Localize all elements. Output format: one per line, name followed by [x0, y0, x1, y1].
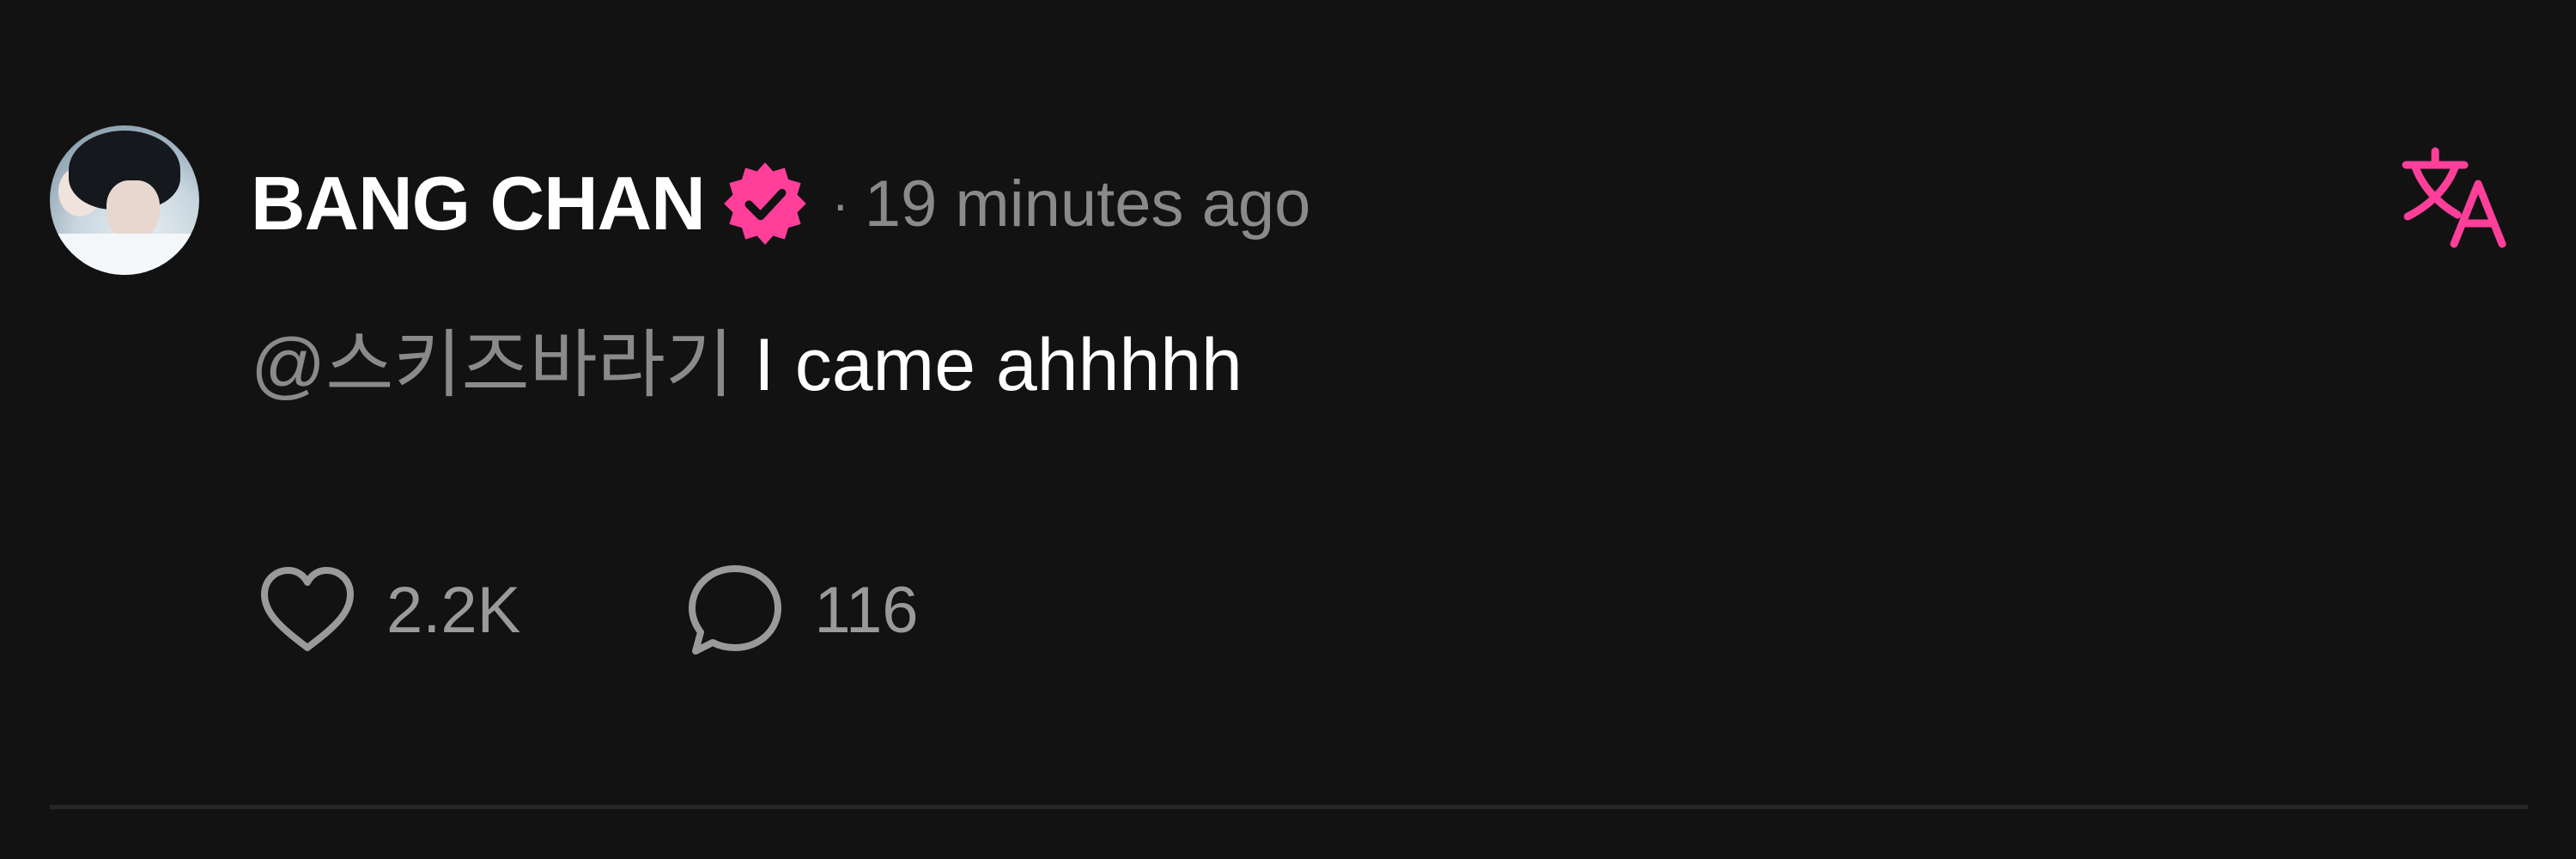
avatar-shirt: [50, 234, 199, 275]
divider: [50, 805, 2528, 809]
like-count: 2.2K: [386, 573, 521, 647]
post-timestamp: 19 minutes ago: [864, 167, 1311, 241]
avatar-face: [106, 180, 160, 241]
author-name[interactable]: BANG CHAN: [251, 166, 706, 241]
post-text: I came ahhhhh: [753, 324, 1242, 406]
avatar[interactable]: [50, 125, 199, 275]
post-header: BANG CHAN · 19 minutes ago: [251, 156, 1310, 251]
post-card: BANG CHAN · 19 minutes ago @스키즈바라기 I cam…: [0, 0, 2576, 859]
translate-icon: [2402, 147, 2506, 248]
translate-button[interactable]: [2396, 136, 2516, 256]
heart-icon: [261, 567, 354, 651]
separator-dot: ·: [831, 174, 849, 233]
comment-count: 116: [814, 573, 919, 647]
mention-link[interactable]: @스키즈바라기: [251, 324, 733, 406]
post-body: @스키즈바라기 I came ahhhhh: [251, 325, 1242, 406]
comment-button[interactable]: 116: [683, 558, 919, 661]
like-button[interactable]: 2.2K: [256, 558, 520, 661]
verified-badge-icon: [720, 159, 810, 248]
comment-bubble-icon: [689, 565, 782, 655]
post-actions: 2.2K 116: [256, 558, 1082, 661]
